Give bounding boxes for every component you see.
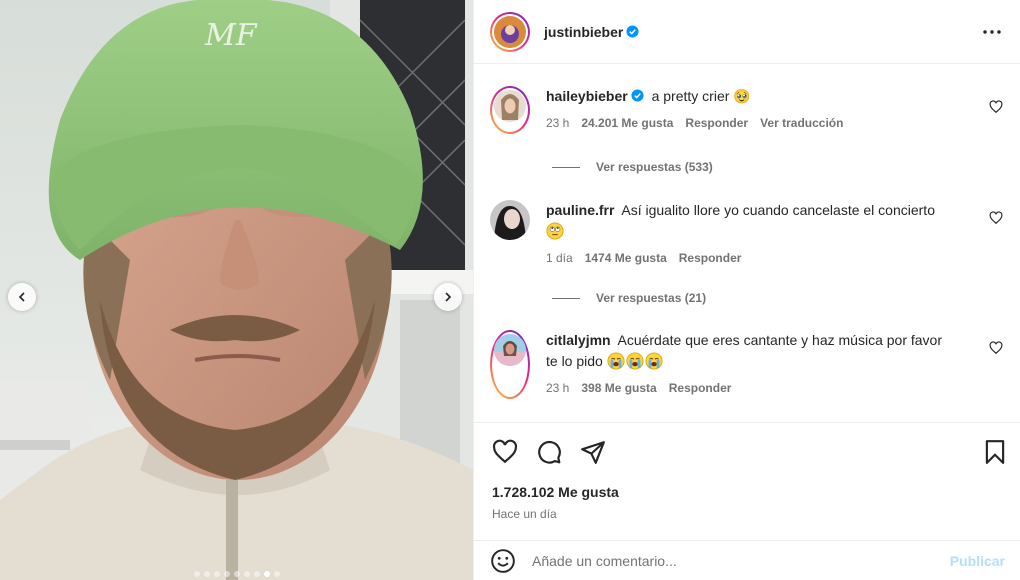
comment-item: citlalyjmn Acuérdate que eres cantante y… bbox=[490, 330, 1005, 399]
carousel-dot bbox=[223, 571, 230, 577]
comment-item: pauline.frr Así igualito llore yo cuando… bbox=[490, 200, 1005, 269]
publish-button[interactable]: Publicar bbox=[950, 553, 1005, 569]
crying-emoji bbox=[607, 352, 625, 370]
carousel-dot bbox=[213, 571, 220, 577]
comment-item: haileybieber a pretty crier 🥹 23 h 24.20… bbox=[490, 86, 1005, 134]
reply-button[interactable]: Responder bbox=[679, 248, 742, 269]
chevron-right-icon bbox=[445, 292, 452, 302]
reply-button[interactable]: Responder bbox=[669, 378, 732, 399]
comment-time[interactable]: 23 h bbox=[546, 378, 569, 399]
post-photo: MF bbox=[0, 0, 473, 580]
verified-icon bbox=[631, 89, 644, 102]
comment-likes[interactable]: 24.201 Me gusta bbox=[581, 113, 673, 134]
comment-like-heart-icon[interactable] bbox=[989, 341, 1003, 355]
comment-text: a pretty crier 🥹 bbox=[651, 88, 751, 104]
author-avatar bbox=[494, 15, 526, 48]
carousel-dot bbox=[253, 571, 260, 577]
heart-icon[interactable] bbox=[492, 439, 518, 465]
comment-like-heart-icon[interactable] bbox=[989, 100, 1003, 114]
commenter-avatar bbox=[494, 334, 526, 366]
carousel-dot bbox=[193, 571, 200, 577]
comment-time[interactable]: 23 h bbox=[546, 113, 569, 134]
add-comment-bar: Publicar bbox=[474, 540, 1020, 580]
post-action-bar bbox=[474, 422, 1020, 480]
chevron-left-icon bbox=[18, 292, 25, 302]
bookmark-icon[interactable] bbox=[982, 439, 1008, 465]
commenter-avatar-ring[interactable] bbox=[490, 330, 530, 399]
carousel-dot bbox=[243, 571, 250, 577]
replies-divider bbox=[552, 297, 580, 299]
carousel-dot bbox=[233, 571, 240, 577]
comment-username[interactable]: citlalyjmn bbox=[546, 332, 611, 348]
comment-time[interactable]: 1 día bbox=[546, 248, 573, 269]
comment-likes[interactable]: 398 Me gusta bbox=[581, 378, 656, 399]
verified-icon bbox=[626, 25, 639, 38]
rolling-eyes-emoji bbox=[546, 222, 564, 240]
carousel-dot bbox=[273, 571, 280, 577]
carousel-dot bbox=[203, 571, 210, 577]
carousel-dots bbox=[0, 571, 473, 577]
more-options-button[interactable] bbox=[982, 22, 1002, 42]
commenter-avatar-ring[interactable] bbox=[490, 86, 530, 134]
comment-input[interactable] bbox=[532, 552, 932, 569]
svg-text:MF: MF bbox=[204, 18, 258, 53]
post-header: justinbieber bbox=[474, 0, 1020, 64]
commenter-avatar[interactable] bbox=[490, 200, 530, 240]
author-avatar-ring[interactable] bbox=[490, 11, 530, 52]
post-time-ago[interactable]: Hace un día bbox=[492, 507, 557, 521]
share-icon[interactable] bbox=[580, 439, 606, 465]
comments-list: haileybieber a pretty crier 🥹 23 h 24.20… bbox=[474, 64, 1020, 422]
translate-button[interactable]: Ver traducción bbox=[760, 113, 843, 134]
comment-likes[interactable]: 1474 Me gusta bbox=[585, 248, 667, 269]
post-photo-image: MF bbox=[0, 0, 473, 580]
view-replies-button[interactable]: Ver respuestas (21) bbox=[552, 291, 706, 305]
post-likes-count[interactable]: 1.728.102 Me gusta bbox=[492, 484, 619, 500]
comment-username[interactable]: pauline.frr bbox=[546, 202, 614, 218]
commenter-avatar bbox=[494, 90, 526, 122]
carousel-prev-button[interactable] bbox=[8, 283, 36, 311]
carousel-next-button[interactable] bbox=[434, 283, 462, 311]
carousel-dot-active bbox=[263, 571, 270, 577]
comment-text: Así igualito llore yo cuando cancelaste … bbox=[621, 202, 935, 218]
post-side-panel: justinbieber haileybieber a pretty crier… bbox=[473, 0, 1020, 580]
author-username[interactable]: justinbieber bbox=[544, 24, 623, 40]
view-replies-label: Ver respuestas (21) bbox=[596, 291, 707, 305]
view-replies-label: Ver respuestas (533) bbox=[596, 160, 713, 174]
comment-username[interactable]: haileybieber bbox=[546, 88, 628, 104]
replies-divider bbox=[552, 166, 580, 168]
reply-button[interactable]: Responder bbox=[685, 113, 748, 134]
crying-emoji bbox=[626, 352, 644, 370]
comment-icon[interactable] bbox=[536, 439, 562, 465]
comment-like-heart-icon[interactable] bbox=[989, 211, 1003, 225]
view-replies-button[interactable]: Ver respuestas (533) bbox=[552, 160, 713, 174]
crying-emoji bbox=[645, 352, 663, 370]
emoji-icon[interactable] bbox=[490, 548, 516, 574]
more-icon bbox=[983, 30, 1001, 34]
